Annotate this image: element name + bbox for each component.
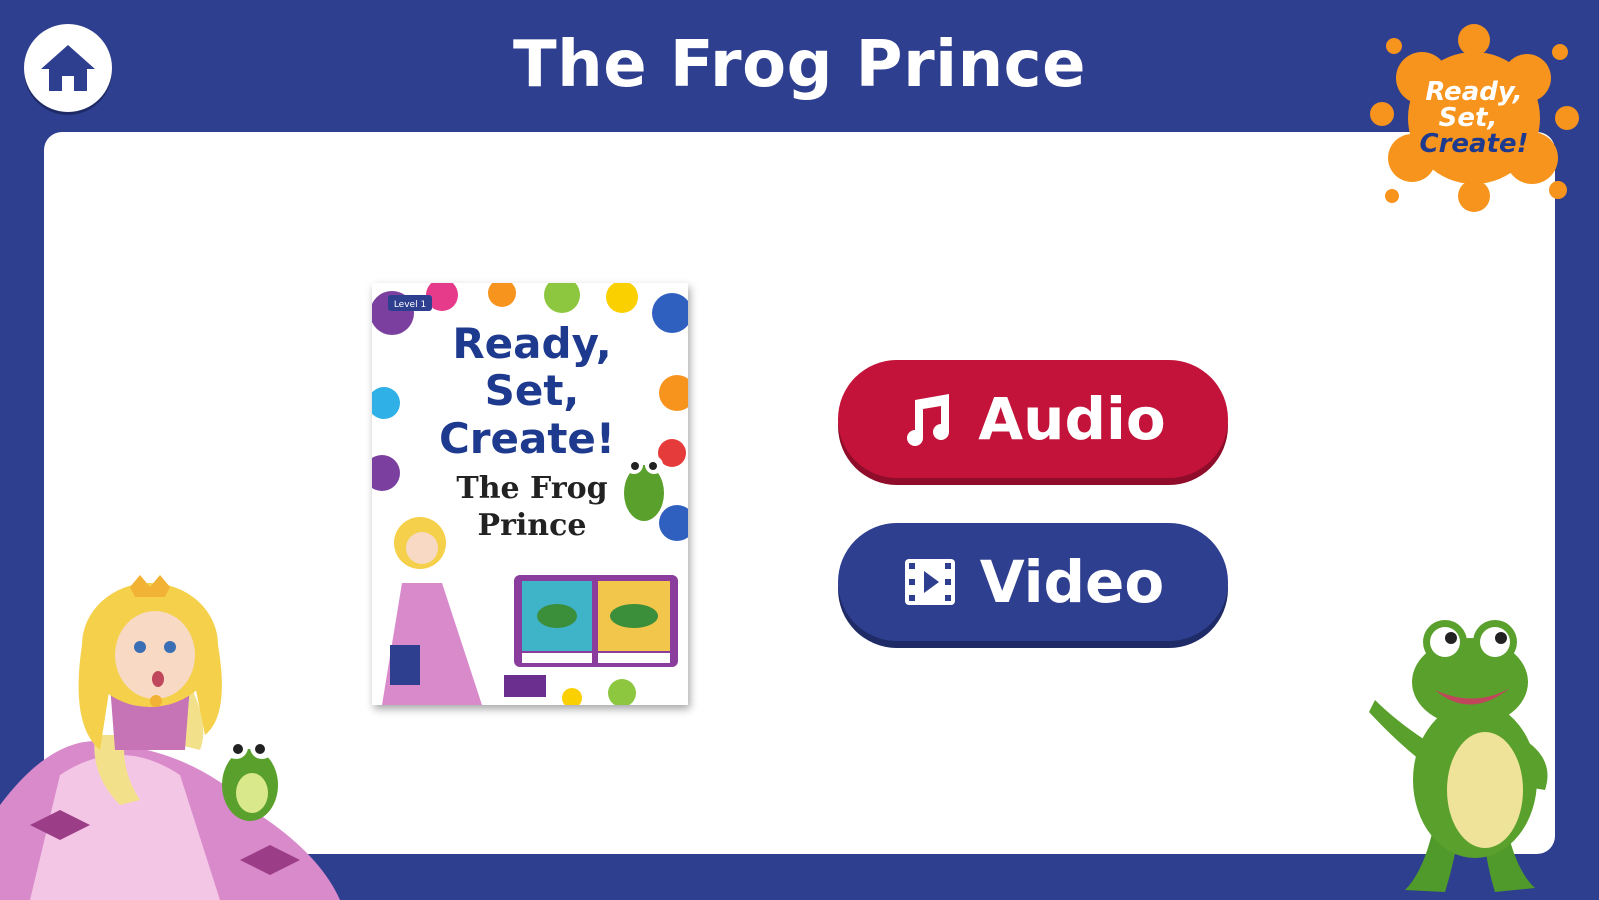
video-label: Video	[979, 548, 1165, 616]
cover-series-line1: Ready,	[452, 319, 611, 368]
audio-button[interactable]: Audio	[838, 360, 1228, 478]
frog-illustration	[1369, 620, 1548, 892]
book-cover[interactable]: Level 1 Ready, Set, Create! The Frog Pri…	[372, 283, 688, 705]
page-title: The Frog Prince	[513, 28, 1086, 102]
cover-title-line2: Prince	[478, 508, 587, 543]
princess-illustration	[0, 575, 340, 900]
cover-title-line1: The Frog	[456, 471, 607, 506]
audio-label: Audio	[978, 385, 1166, 453]
cover-series-line2: Set,	[485, 366, 580, 415]
video-button[interactable]: Video	[838, 523, 1228, 641]
music-note-icon	[900, 391, 956, 447]
logo-line3: Create!	[1419, 129, 1528, 159]
film-play-icon	[902, 554, 958, 610]
level-tag: Level 1	[394, 300, 426, 310]
cover-series-line3: Create!	[439, 414, 615, 463]
ready-set-create-logo: Ready, Set, Create!	[1370, 24, 1579, 212]
